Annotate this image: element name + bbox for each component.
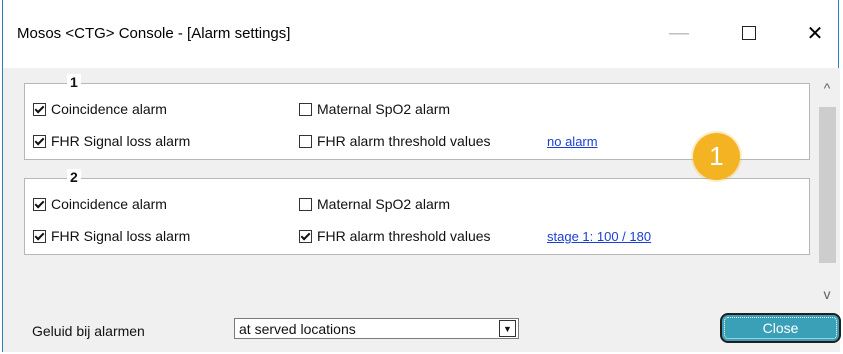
checkbox-label: Maternal SpO2 alarm xyxy=(317,196,451,212)
checkbox-checked[interactable] xyxy=(33,134,46,148)
sound-select[interactable]: at served locations ▼ xyxy=(234,318,519,339)
annotation-badge: 1 xyxy=(693,133,740,180)
checkbox-checked[interactable] xyxy=(33,102,46,116)
coincidence-alarm-checkbox-1[interactable]: Coincidence alarm xyxy=(33,101,167,117)
close-icon: ✕ xyxy=(806,22,824,45)
maximize-icon xyxy=(742,26,756,40)
coincidence-alarm-checkbox-2[interactable]: Coincidence alarm xyxy=(33,196,167,212)
minimize-button[interactable]: — xyxy=(657,14,701,52)
group-label: 2 xyxy=(67,169,81,185)
checkbox-label: Coincidence alarm xyxy=(51,101,167,117)
fhr-signal-loss-checkbox-2[interactable]: FHR Signal loss alarm xyxy=(33,228,190,244)
alarm-group-1: 1 Coincidence alarm Maternal SpO2 alarm … xyxy=(24,74,810,160)
checkbox-checked[interactable] xyxy=(33,229,46,243)
checkbox-unchecked[interactable] xyxy=(299,134,312,148)
alarm-settings-window: Mosos <CTG> Console - [Alarm settings] —… xyxy=(2,0,841,352)
checkbox-unchecked[interactable] xyxy=(299,102,312,116)
close-button[interactable]: Close xyxy=(720,313,841,343)
checkbox-checked[interactable] xyxy=(299,229,312,243)
fhr-threshold-checkbox-1[interactable]: FHR alarm threshold values xyxy=(299,133,491,149)
title-bar: Mosos <CTG> Console - [Alarm settings] —… xyxy=(3,0,838,68)
checkbox-label: FHR alarm threshold values xyxy=(317,228,491,244)
scrollbar-thumb[interactable] xyxy=(819,107,836,263)
threshold-link-2[interactable]: stage 1: 100 / 180 xyxy=(547,229,651,244)
maternal-spo2-checkbox-1[interactable]: Maternal SpO2 alarm xyxy=(299,101,450,117)
checkbox-label: FHR Signal loss alarm xyxy=(51,228,191,244)
checkbox-checked[interactable] xyxy=(33,197,46,211)
scroll-down-icon[interactable]: v xyxy=(816,286,838,306)
checkbox-label: FHR alarm threshold values xyxy=(317,133,491,149)
fhr-threshold-checkbox-2[interactable]: FHR alarm threshold values xyxy=(299,228,491,244)
sound-label: Geluid bij alarmen xyxy=(32,323,145,339)
window-title: Mosos <CTG> Console - [Alarm settings] xyxy=(17,25,291,42)
fhr-signal-loss-checkbox-1[interactable]: FHR Signal loss alarm xyxy=(33,133,190,149)
maximize-button[interactable] xyxy=(727,14,771,52)
checkbox-label: FHR Signal loss alarm xyxy=(51,133,191,149)
select-value: at served locations xyxy=(239,320,356,337)
maternal-spo2-checkbox-2[interactable]: Maternal SpO2 alarm xyxy=(299,196,450,212)
close-window-button[interactable]: ✕ xyxy=(793,14,837,52)
group-label: 1 xyxy=(67,74,81,90)
checkbox-label: Maternal SpO2 alarm xyxy=(317,101,451,117)
checkbox-unchecked[interactable] xyxy=(299,197,312,211)
alarm-group-2: 2 Coincidence alarm Maternal SpO2 alarm … xyxy=(24,169,810,255)
threshold-link-1[interactable]: no alarm xyxy=(547,134,598,149)
scroll-up-icon[interactable]: ^ xyxy=(816,80,838,100)
vertical-scrollbar[interactable]: ^ v xyxy=(816,76,838,308)
settings-content: 1 Coincidence alarm Maternal SpO2 alarm … xyxy=(3,68,840,352)
dropdown-arrow-icon[interactable]: ▼ xyxy=(499,320,516,337)
minimize-icon: — xyxy=(669,21,689,44)
checkbox-label: Coincidence alarm xyxy=(51,196,167,212)
